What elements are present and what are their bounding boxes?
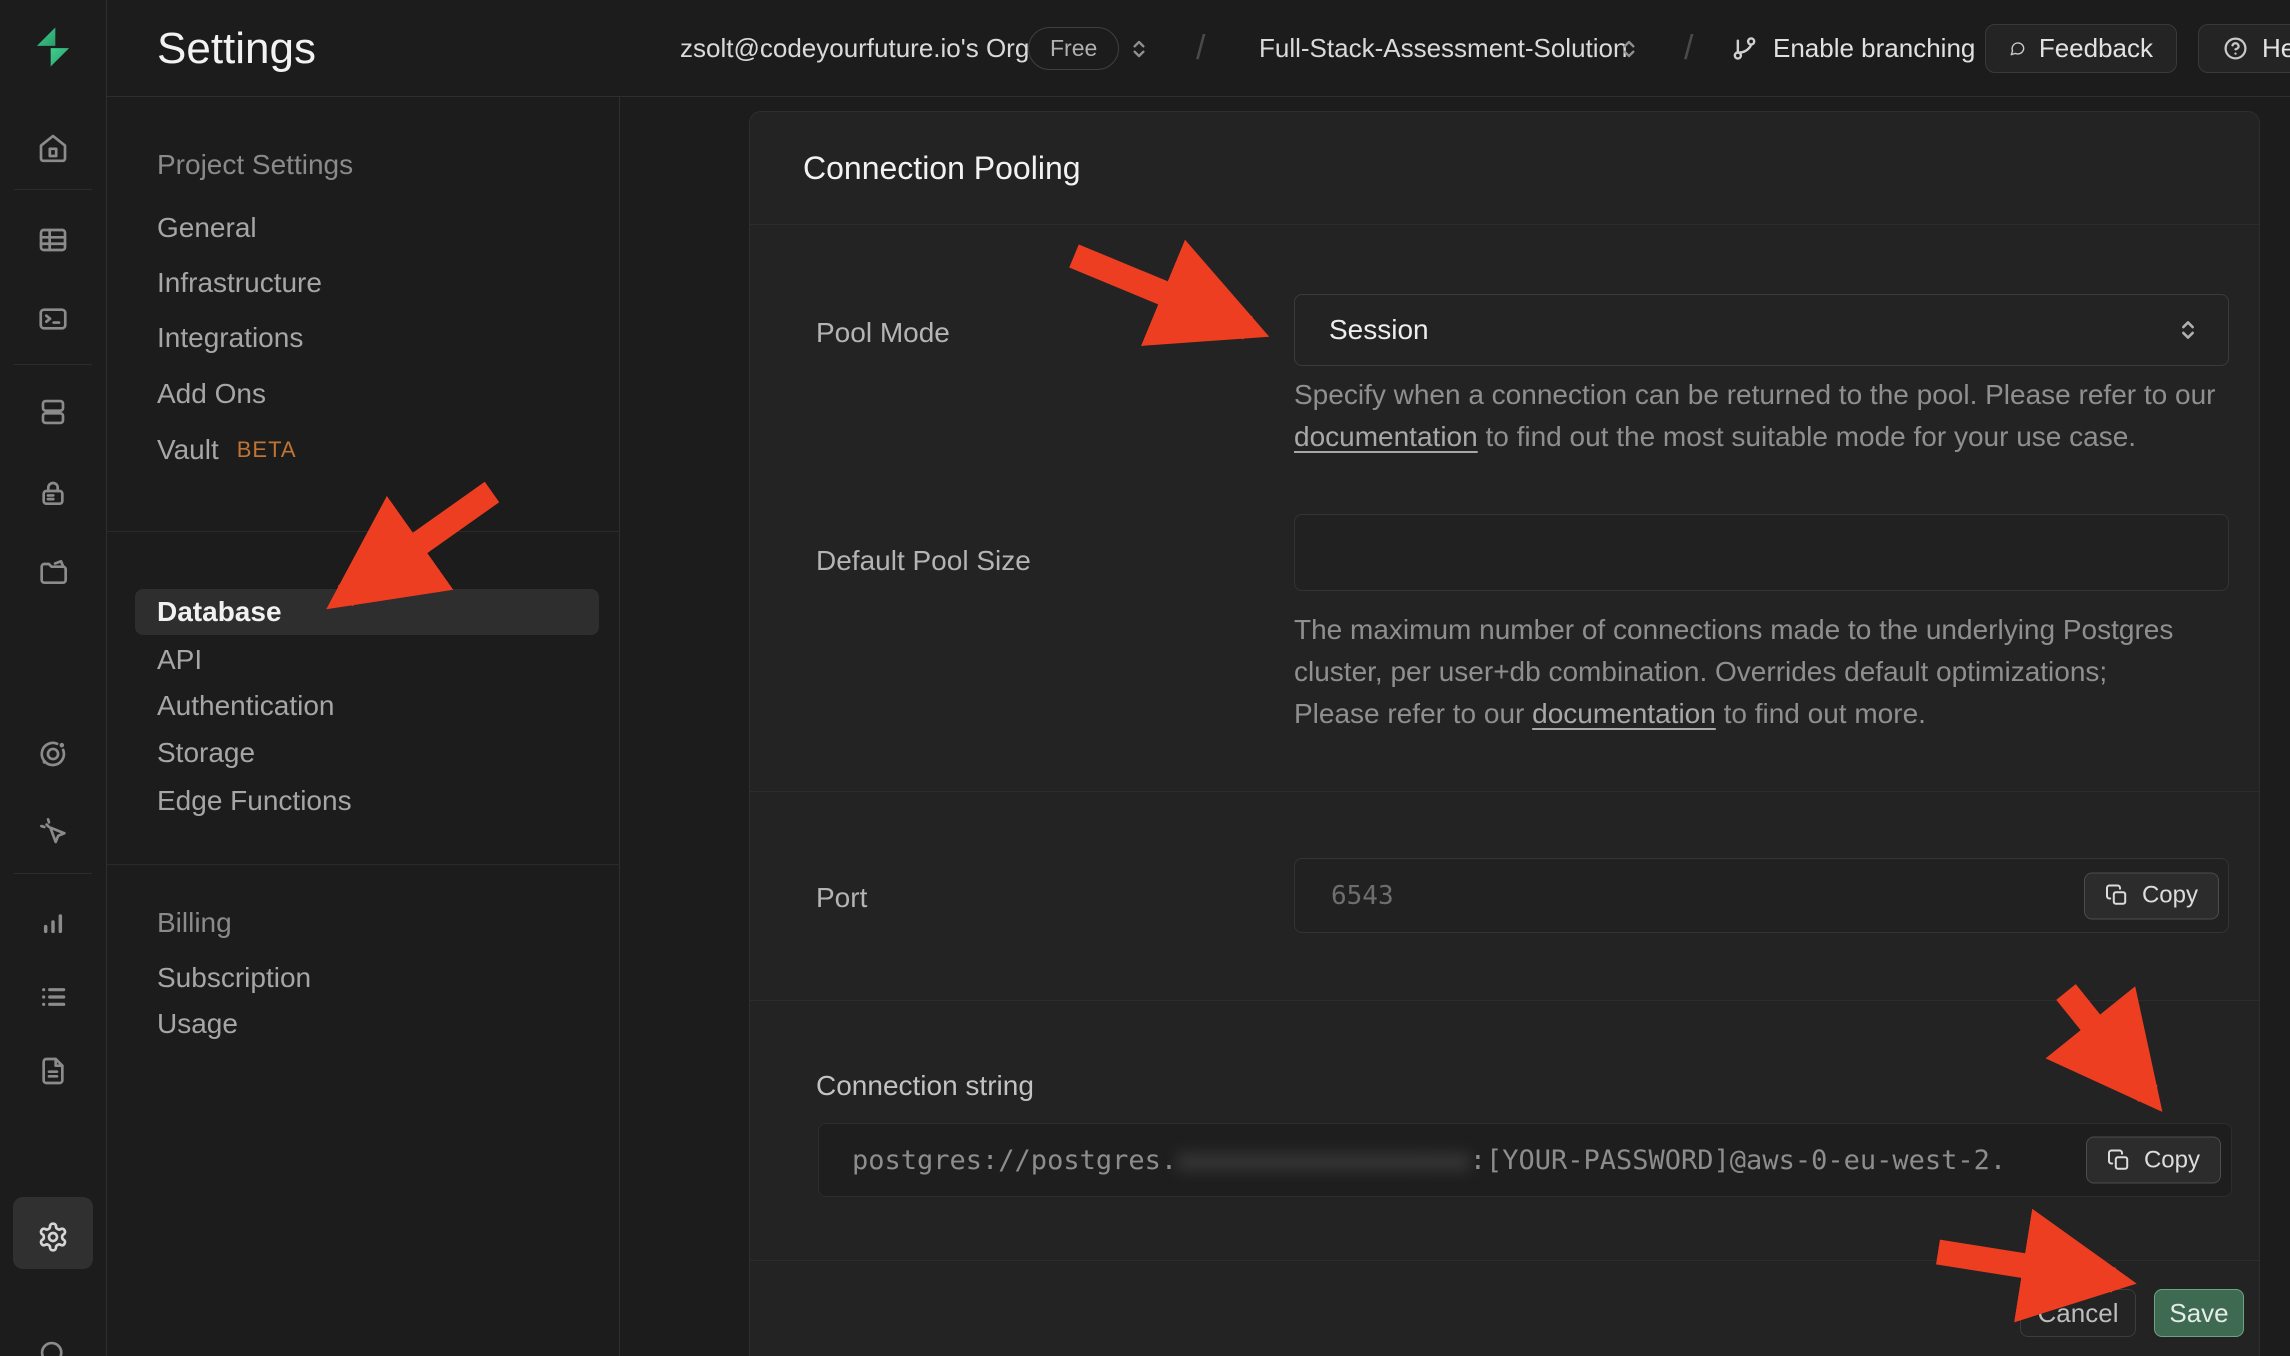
connection-string-label: Connection string: [816, 1069, 1034, 1103]
default-pool-size-label: Default Pool Size: [816, 544, 1031, 578]
icon-rail: [0, 0, 107, 1356]
org-switcher-chevrons-icon[interactable]: [1126, 0, 1152, 97]
port-label: Port: [816, 881, 867, 915]
database-label: Database: [157, 596, 282, 628]
default-pool-size-description: The maximum number of connections made t…: [1294, 609, 2199, 735]
database-icon[interactable]: [0, 392, 106, 432]
reports-chart-icon[interactable]: [0, 902, 106, 942]
help-button[interactable]: Help: [2198, 24, 2290, 73]
sidebar-item-storage[interactable]: Storage: [157, 736, 255, 770]
search-icon[interactable]: [0, 1334, 106, 1356]
connection-string-prefix: postgres://postgres.: [852, 1145, 1177, 1176]
panel-header: Connection Pooling: [750, 112, 2259, 225]
breadcrumb-separator: /: [1196, 0, 1205, 97]
supabase-logo-icon[interactable]: [30, 24, 76, 70]
project-settings-gear-icon[interactable]: [0, 1217, 106, 1257]
top-header: Settings zsolt@codeyourfuture.io's Org F…: [107, 0, 2290, 97]
footer-divider: [750, 1260, 2259, 1261]
connection-string-masked-segment: xxxxxxxxxxxxxxxxxx: [1177, 1145, 1470, 1176]
sidebar-item-edge-functions[interactable]: Edge Functions: [157, 784, 352, 818]
enable-branching-label: Enable branching: [1773, 33, 1975, 64]
section-divider: [750, 791, 2259, 792]
connection-string-box[interactable]: postgres://postgres.xxxxxxxxxxxxxxxxxx:[…: [818, 1123, 2232, 1197]
main-content: Connection Pooling Pool Mode Session Spe…: [620, 97, 2290, 1356]
git-branch-icon: [1730, 34, 1759, 63]
port-copy-button[interactable]: Copy: [2084, 872, 2219, 919]
pool-mode-label: Pool Mode: [816, 316, 950, 350]
rail-divider: [14, 873, 92, 874]
org-plan-badge-wrap: Free: [1028, 0, 1119, 97]
sidebar-item-database-active[interactable]: Database: [135, 589, 599, 635]
chevrons-up-down-icon: [2174, 316, 2202, 344]
help-label: Help: [2262, 33, 2290, 64]
connection-string-copy-button[interactable]: Copy: [2086, 1137, 2221, 1184]
project-switcher-chevrons-icon[interactable]: [1616, 0, 1642, 97]
sidebar-divider: [107, 531, 620, 532]
rail-divider: [14, 364, 92, 365]
breadcrumb-separator: /: [1684, 0, 1693, 97]
supabase-dashboard: Settings zsolt@codeyourfuture.io's Org F…: [0, 0, 2290, 1356]
sidebar-group-title-billing: Billing: [157, 906, 232, 940]
pool-mode-description: Specify when a connection can be returne…: [1294, 374, 2239, 458]
sidebar-divider: [107, 864, 620, 865]
copy-icon: [2107, 1148, 2131, 1172]
documentation-link[interactable]: documentation: [1294, 421, 1478, 452]
connection-string-suffix: :[YOUR-PASSWORD]@aws-0-eu-west-2.: [1470, 1145, 2006, 1176]
save-button[interactable]: Save: [2154, 1289, 2244, 1337]
copy-icon: [2105, 884, 2129, 908]
sidebar-item-vault[interactable]: Vault BETA: [157, 433, 297, 467]
sidebar-item-subscription[interactable]: Subscription: [157, 961, 311, 995]
pool-mode-value: Session: [1329, 314, 1429, 346]
sidebar-item-authentication[interactable]: Authentication: [157, 689, 334, 723]
sidebar-item-general[interactable]: General: [157, 211, 257, 245]
page-title: Settings: [157, 0, 316, 97]
feedback-label: Feedback: [2039, 33, 2153, 64]
enable-branching-button[interactable]: Enable branching: [1730, 0, 1975, 97]
storage-folder-icon[interactable]: [0, 552, 106, 592]
port-value: 6543: [1331, 881, 1394, 911]
sidebar-item-usage[interactable]: Usage: [157, 1007, 238, 1041]
auth-lock-icon[interactable]: [0, 473, 106, 513]
beta-badge: BETA: [237, 433, 297, 467]
connection-pooling-panel: Connection Pooling Pool Mode Session Spe…: [749, 111, 2260, 1356]
sidebar-item-infrastructure[interactable]: Infrastructure: [157, 266, 322, 300]
sidebar-item-integrations[interactable]: Integrations: [157, 321, 303, 355]
sidebar-item-api[interactable]: API: [157, 643, 202, 677]
logs-list-icon[interactable]: [0, 977, 106, 1017]
documentation-link[interactable]: documentation: [1532, 698, 1716, 729]
port-input[interactable]: 6543 Copy: [1294, 858, 2229, 933]
home-icon[interactable]: [0, 128, 106, 168]
realtime-orbit-icon[interactable]: [0, 734, 106, 774]
vault-label: Vault: [157, 433, 219, 467]
cancel-button[interactable]: Cancel: [2020, 1289, 2136, 1337]
project-name[interactable]: Full-Stack-Assessment-Solution: [1259, 0, 1627, 97]
rail-divider: [14, 189, 92, 190]
sidebar-item-add-ons[interactable]: Add Ons: [157, 377, 266, 411]
api-docs-file-icon[interactable]: [0, 1051, 106, 1091]
feedback-button[interactable]: Feedback: [1985, 24, 2177, 73]
default-pool-size-input[interactable]: [1294, 514, 2229, 591]
advisors-cursor-icon[interactable]: [0, 811, 106, 851]
speech-bubble-icon: [2009, 35, 2026, 62]
sql-editor-icon[interactable]: [0, 299, 106, 339]
plan-badge[interactable]: Free: [1028, 27, 1119, 70]
settings-sidebar: Project Settings General Infrastructure …: [107, 97, 620, 1356]
section-divider: [750, 1000, 2259, 1001]
table-editor-icon[interactable]: [0, 220, 106, 260]
panel-title: Connection Pooling: [803, 150, 1081, 187]
help-circle-icon: [2222, 35, 2249, 62]
org-name[interactable]: zsolt@codeyourfuture.io's Org: [680, 0, 1029, 97]
sidebar-group-title-project-settings: Project Settings: [157, 148, 353, 182]
pool-mode-select[interactable]: Session: [1294, 294, 2229, 366]
